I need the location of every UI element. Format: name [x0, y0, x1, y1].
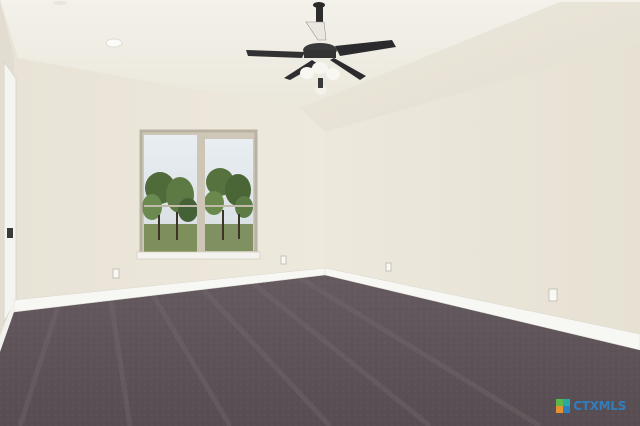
ctxmls-wordmark: CTXMLS: [573, 399, 626, 413]
ctxmls-logo-icon: [556, 399, 571, 413]
recessed-light: [105, 38, 123, 48]
window: [136, 129, 261, 260]
room-photo: CTXMLS: [0, 0, 640, 426]
brand-part1: CTX: [573, 399, 599, 413]
door-frame: [3, 60, 17, 323]
outlet: [548, 288, 558, 302]
door-handle: [7, 228, 13, 238]
outlet: [385, 262, 392, 272]
brand-part2: MLS: [598, 399, 627, 413]
ctxmls-watermark: CTXMLS: [556, 399, 626, 413]
outlet: [280, 255, 287, 265]
outlet: [112, 268, 120, 279]
room-illustration: [0, 0, 640, 426]
